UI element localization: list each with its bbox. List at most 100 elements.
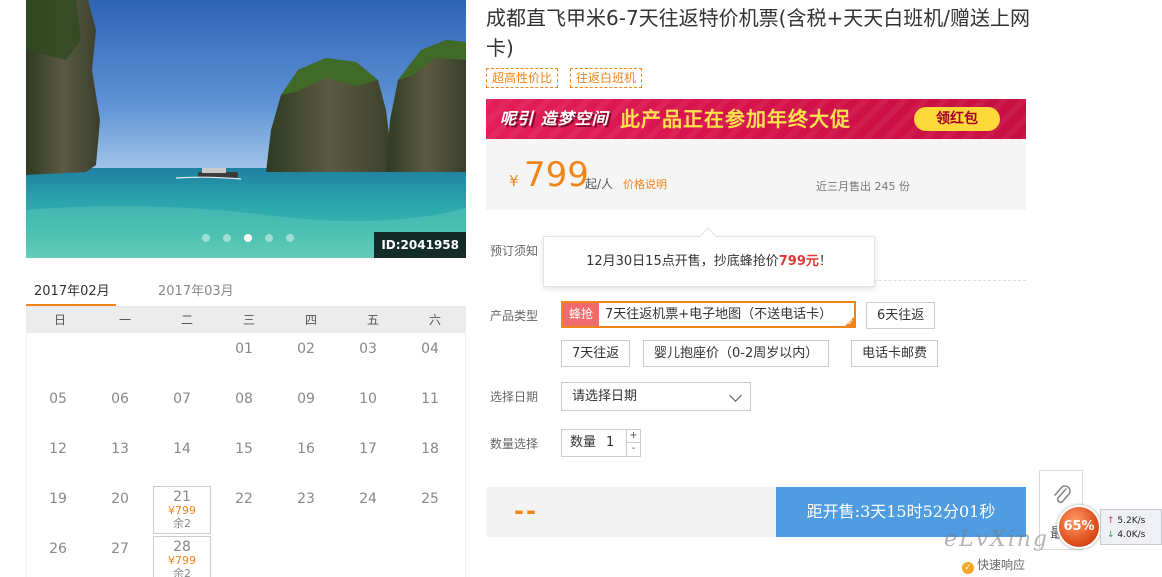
day-remaining: 余2 xyxy=(173,567,191,577)
calendar-day: 24 xyxy=(359,491,377,507)
tab-month-feb[interactable]: 2017年02月 xyxy=(34,280,110,299)
quantity-stepper[interactable]: 数量 1 + - xyxy=(561,429,641,457)
network-speed-ball[interactable]: 65% xyxy=(1057,505,1101,549)
day-price: ¥799 xyxy=(168,554,196,567)
calendar-day: 15 xyxy=(235,441,253,457)
tab-month-mar[interactable]: 2017年03月 xyxy=(158,280,234,299)
carousel-dot[interactable] xyxy=(223,234,231,242)
carousel-dot[interactable] xyxy=(265,234,273,242)
product-title: 成都直飞甲米6-7天往返特价机票(含税+天天白班机/赠送上网卡) xyxy=(486,6,1030,60)
product-photo[interactable]: ID:2041958 xyxy=(26,0,466,258)
chevron-down-icon xyxy=(729,389,742,402)
photo-id-label: ID:2041958 xyxy=(374,232,466,258)
calendar-day: 26 xyxy=(49,541,67,557)
calendar-day: 14 xyxy=(173,441,191,457)
option-label: 7天往返机票+电子地图（不送电话卡） xyxy=(605,307,833,322)
promo-banner[interactable]: 呢引 造梦空间 此产品正在参加年终大促 领红包 xyxy=(486,99,1026,139)
day-remaining: 余2 xyxy=(173,517,191,530)
weekday-label: 六 xyxy=(428,313,441,327)
check-icon: ✓ xyxy=(847,318,854,327)
tag-daytime-flight: 往返白班机 xyxy=(570,68,643,88)
booking-notice-label[interactable]: 预订须知 xyxy=(490,242,538,259)
tooltip-text: 12月30日15点开售，抄底蜂抢价 xyxy=(586,254,779,269)
date-label: 选择日期 xyxy=(490,390,539,404)
arrow-down-icon: ↓ xyxy=(1107,530,1115,540)
calendar-day: 22 xyxy=(235,491,253,507)
calendar-day: 01 xyxy=(235,341,253,357)
hot-sale-badge: 蜂抢 xyxy=(563,303,600,326)
date-select[interactable]: 请选择日期 xyxy=(561,382,751,411)
upload-speed: 5.2K/s xyxy=(1117,516,1146,526)
quantity-plus-button[interactable]: + xyxy=(626,430,640,443)
quantity-minus-button[interactable]: - xyxy=(626,443,640,456)
calendar-grid: 01 02 03 04 05 06 07 08 09 10 11 12 13 14 15 16 17 18 19 20… xyxy=(26,333,466,577)
calendar-day: 23 xyxy=(297,491,315,507)
quantity-value[interactable]: 1 xyxy=(606,430,614,456)
banner-text: 此产品正在参加年终大促 xyxy=(620,107,851,131)
calendar-day-available[interactable]: 21 ¥799 余2 xyxy=(153,486,211,534)
calendar-day: 10 xyxy=(359,391,377,407)
download-row: ↓ 4.0K/s xyxy=(1107,529,1162,541)
weekday-label: 三 xyxy=(242,313,255,327)
total-price-placeholder: -- xyxy=(514,497,538,525)
price-explanation-link[interactable]: 价格说明 xyxy=(623,176,667,192)
carousel-dot[interactable] xyxy=(286,234,294,242)
calendar-day: 04 xyxy=(421,341,439,357)
calendar-day: 12 xyxy=(49,441,67,457)
fast-response-badge: ✓ 快速响应 xyxy=(962,556,1025,574)
calendar-day-available[interactable]: 28 ¥799 余2 xyxy=(153,536,211,577)
check-circle-icon: ✓ xyxy=(962,562,974,574)
calendar-day: 11 xyxy=(421,391,439,407)
option-7day-return[interactable]: 7天往返 xyxy=(561,340,631,367)
day-price: ¥799 xyxy=(168,504,196,517)
weekday-label: 一 xyxy=(118,313,131,327)
carousel-dots xyxy=(202,234,294,242)
weekday-label: 四 xyxy=(304,313,317,327)
calendar-day: 13 xyxy=(111,441,129,457)
calendar-day: 08 xyxy=(235,391,253,407)
upload-row: ↑ 5.2K/s xyxy=(1107,515,1162,527)
arrow-up-icon: ↑ xyxy=(1107,516,1115,526)
sale-notice-tooltip: 12月30日15点开售，抄底蜂抢价799元！ xyxy=(543,227,875,287)
tooltip-arrow xyxy=(699,227,717,245)
quantity-label: 数量选择 xyxy=(490,437,539,451)
tag-value: 超高性价比 xyxy=(486,68,559,88)
date-select-value: 请选择日期 xyxy=(572,389,638,404)
calendar-day: 27 xyxy=(111,541,129,557)
currency-symbol: ¥ xyxy=(509,172,519,190)
network-speed-panel: ↑ 5.2K/s ↓ 4.0K/s xyxy=(1100,509,1162,545)
price-box: ¥ 799 起/人 价格说明 近三月售出 245 份 xyxy=(486,139,1026,210)
day-number: 28 xyxy=(173,539,191,555)
banner-logo: 呢引 造梦空间 xyxy=(500,109,609,128)
weekday-label: 二 xyxy=(180,313,193,327)
option-infant-seat[interactable]: 婴儿抱座价（0-2周岁以内） xyxy=(643,340,830,367)
paperclip-icon xyxy=(1054,485,1071,504)
price-amount: 799 xyxy=(524,155,589,195)
calendar-day: 25 xyxy=(421,491,439,507)
calendar-day: 03 xyxy=(359,341,377,357)
calendar-month-tabs: 2017年02月 2017年03月 xyxy=(26,276,466,307)
calendar-day: 07 xyxy=(173,391,191,407)
carousel-dot[interactable] xyxy=(244,234,252,242)
option-sim-postage[interactable]: 电话卡邮费 xyxy=(851,340,939,367)
product-type-label: 产品类型 xyxy=(490,309,539,323)
option-7day-ticket-map[interactable]: 蜂抢 7天往返机票+电子地图（不送电话卡） ✓ xyxy=(561,301,856,328)
calendar-day: 09 xyxy=(297,391,315,407)
quantity-field-label: 数量 xyxy=(570,435,597,450)
get-red-packet-button[interactable]: 领红包 xyxy=(914,107,1000,131)
download-speed: 4.0K/s xyxy=(1117,530,1146,540)
day-number: 21 xyxy=(173,489,191,505)
sold-count: 近三月售出 245 份 xyxy=(816,180,910,193)
calendar-day: 17 xyxy=(359,441,377,457)
calendar-day: 16 xyxy=(297,441,315,457)
option-6day-return[interactable]: 6天往返 xyxy=(866,302,936,329)
weekday-label: 日 xyxy=(53,313,66,327)
carousel-dot[interactable] xyxy=(202,234,210,242)
calendar-day: 05 xyxy=(49,391,67,407)
calendar-day: 19 xyxy=(49,491,67,507)
calendar-day: 20 xyxy=(111,491,129,507)
fast-response-label: 快速响应 xyxy=(977,558,1026,572)
tooltip-price: 799元 xyxy=(778,254,819,269)
price-unit: 起/人 xyxy=(585,177,614,191)
beach-scene-image xyxy=(26,0,466,258)
